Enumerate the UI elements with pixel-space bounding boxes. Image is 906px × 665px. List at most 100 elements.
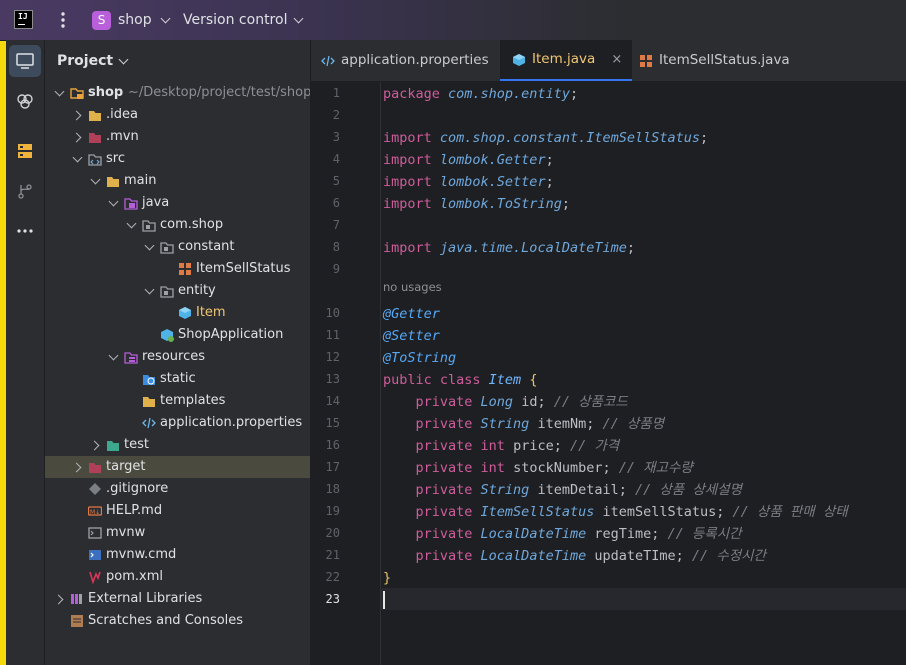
usage-hint[interactable]: no usages <box>383 280 442 302</box>
chevron-down-icon[interactable] <box>72 152 83 163</box>
chevron-down-icon[interactable] <box>144 284 155 295</box>
markdown-file-icon: M↓ <box>87 504 103 518</box>
plugins-tool-button[interactable] <box>9 85 41 117</box>
tree-item-label: .mvn <box>106 129 139 144</box>
tree-item-static[interactable]: static <box>45 368 310 390</box>
code-line[interactable]: @Setter <box>383 325 440 347</box>
version-control-menu[interactable]: Version control <box>183 9 304 31</box>
tree-item-com-shop[interactable]: com.shop <box>45 214 310 236</box>
code-token: // 상품 판매 상태 <box>732 504 848 520</box>
code-token: lombok.Getter <box>439 152 546 168</box>
code-token: stockNumber; <box>513 460 619 476</box>
code-line[interactable]: @Getter <box>383 303 440 325</box>
intellij-logo-icon[interactable]: IJ <box>14 10 33 29</box>
tree-item-templates[interactable]: templates <box>45 390 310 412</box>
tree-item-java[interactable]: java <box>45 192 310 214</box>
code-line[interactable]: package com.shop.entity; <box>383 83 578 105</box>
tree-item-target[interactable]: target <box>45 456 310 478</box>
vcs-tool-button[interactable] <box>9 175 41 207</box>
code-token: updateTIme; <box>594 548 692 564</box>
libraries-icon <box>70 592 84 606</box>
chevron-right-icon[interactable] <box>71 132 82 143</box>
chevron-down-icon[interactable] <box>108 350 119 361</box>
code-token: private <box>415 548 481 564</box>
code-line[interactable]: import java.time.LocalDateTime; <box>383 237 635 259</box>
code-line[interactable]: private LocalDateTime updateTIme; // 수정시… <box>383 545 766 567</box>
tree-item-label: static <box>160 371 196 386</box>
package-icon <box>160 240 174 254</box>
code-token: itemNm; <box>537 416 603 432</box>
code-line[interactable]: private int stockNumber; // 재고수량 <box>383 457 693 479</box>
tab-item-java[interactable]: Item.java × <box>500 39 633 81</box>
title-bar: IJ S shop Version control <box>0 0 906 41</box>
tab-application-properties[interactable]: application.properties <box>321 40 489 81</box>
project-switcher[interactable]: S shop <box>92 9 171 31</box>
java-source-folder-icon <box>124 196 138 210</box>
main-menu-button[interactable] <box>53 9 73 31</box>
project-tool-button[interactable] <box>9 45 41 77</box>
code-token: // 상품명 <box>602 416 665 432</box>
spring-app-icon <box>160 328 174 342</box>
more-tools-button[interactable] <box>9 215 41 247</box>
code-line[interactable]: private Long id; // 상품코드 <box>383 391 628 413</box>
gitignore-file-icon <box>88 482 102 496</box>
tree-item-label: com.shop <box>160 217 224 232</box>
chevron-right-icon[interactable] <box>89 440 100 451</box>
tree-item-label: templates <box>160 393 226 408</box>
tree-item-pom-xml[interactable]: pom.xml <box>45 566 310 588</box>
tree-item-item[interactable]: Item <box>45 302 310 324</box>
code-line[interactable]: public class Item { <box>383 369 537 391</box>
chevron-down-icon[interactable] <box>54 86 65 97</box>
line-number: 21 <box>325 548 340 562</box>
tree-item-mvnw[interactable]: mvnw <box>45 522 310 544</box>
chevron-down-icon[interactable] <box>90 174 101 185</box>
tree-item-external-libraries[interactable]: External Libraries <box>45 588 310 610</box>
tree-item-help-md[interactable]: M↓ HELP.md <box>45 500 310 522</box>
resources-folder-icon <box>124 350 138 364</box>
tree-item-shop[interactable]: shop ~/Desktop/project/test/shop <box>45 82 310 104</box>
chevron-down-icon[interactable] <box>126 218 137 229</box>
tree-item-src[interactable]: src <box>45 148 310 170</box>
tree-item-resources[interactable]: resources <box>45 346 310 368</box>
tree-item-mvnw-cmd[interactable]: mvnw.cmd <box>45 544 310 566</box>
code-token: private <box>415 394 481 410</box>
code-line[interactable]: private String itemNm; // 상품명 <box>383 413 665 435</box>
tree-item-shopapplication[interactable]: ShopApplication <box>45 324 310 346</box>
tree-item-application-properties[interactable]: application.properties <box>45 412 310 434</box>
project-panel-title[interactable]: Project <box>57 53 129 69</box>
code-line[interactable]: private int price; // 가격 <box>383 435 620 457</box>
line-number: 17 <box>325 460 340 474</box>
chevron-right-icon[interactable] <box>53 594 64 605</box>
tree-item-mvn[interactable]: .mvn <box>45 126 310 148</box>
code-line[interactable]: import lombok.Getter; <box>383 149 554 171</box>
tree-item-gitignore[interactable]: .gitignore <box>45 478 310 500</box>
code-line[interactable]: private ItemSellStatus itemSellStatus; /… <box>383 501 848 523</box>
code-line[interactable]: import lombok.Setter; <box>383 171 554 193</box>
chevron-right-icon[interactable] <box>71 110 82 121</box>
tree-item-main[interactable]: main <box>45 170 310 192</box>
tree-item-entity[interactable]: entity <box>45 280 310 302</box>
code-token: import <box>383 152 440 168</box>
tree-item-itemsellstatus[interactable]: ItemSellStatus <box>45 258 310 280</box>
tab-itemsellstatus-java[interactable]: ItemSellStatus.java <box>639 40 790 81</box>
tree-item-label: target <box>106 459 146 474</box>
tree-item-scratches-and-consoles[interactable]: Scratches and Consoles <box>45 610 310 632</box>
structure-tool-button[interactable] <box>9 135 41 167</box>
editor-area: application.properties Item.java × ItemSell… <box>311 40 906 665</box>
code-line[interactable]: @ToString <box>383 347 456 369</box>
code-line[interactable]: import com.shop.constant.ItemSellStatus; <box>383 127 708 149</box>
tree-item-test[interactable]: test <box>45 434 310 456</box>
chevron-down-icon[interactable] <box>144 240 155 251</box>
code-line[interactable]: import lombok.ToString; <box>383 193 570 215</box>
chevron-right-icon[interactable] <box>71 462 82 473</box>
code-line[interactable]: private String itemDetail; // 상품 상세설명 <box>383 479 743 501</box>
code-line[interactable]: } <box>383 567 391 589</box>
tree-item-constant[interactable]: constant <box>45 236 310 258</box>
line-number-gutter: 1 2 3 4 5 6 7 8 9 10 11 12 13 14 15 16 17 18 19 20 21 22 23 <box>311 82 381 665</box>
tree-item-idea[interactable]: .idea <box>45 104 310 126</box>
tree-item-label: pom.xml <box>106 569 163 584</box>
code-line[interactable]: private LocalDateTime regTime; // 등록시간 <box>383 523 742 545</box>
close-tab-icon[interactable]: × <box>611 39 622 80</box>
chevron-down-icon[interactable] <box>108 196 119 207</box>
